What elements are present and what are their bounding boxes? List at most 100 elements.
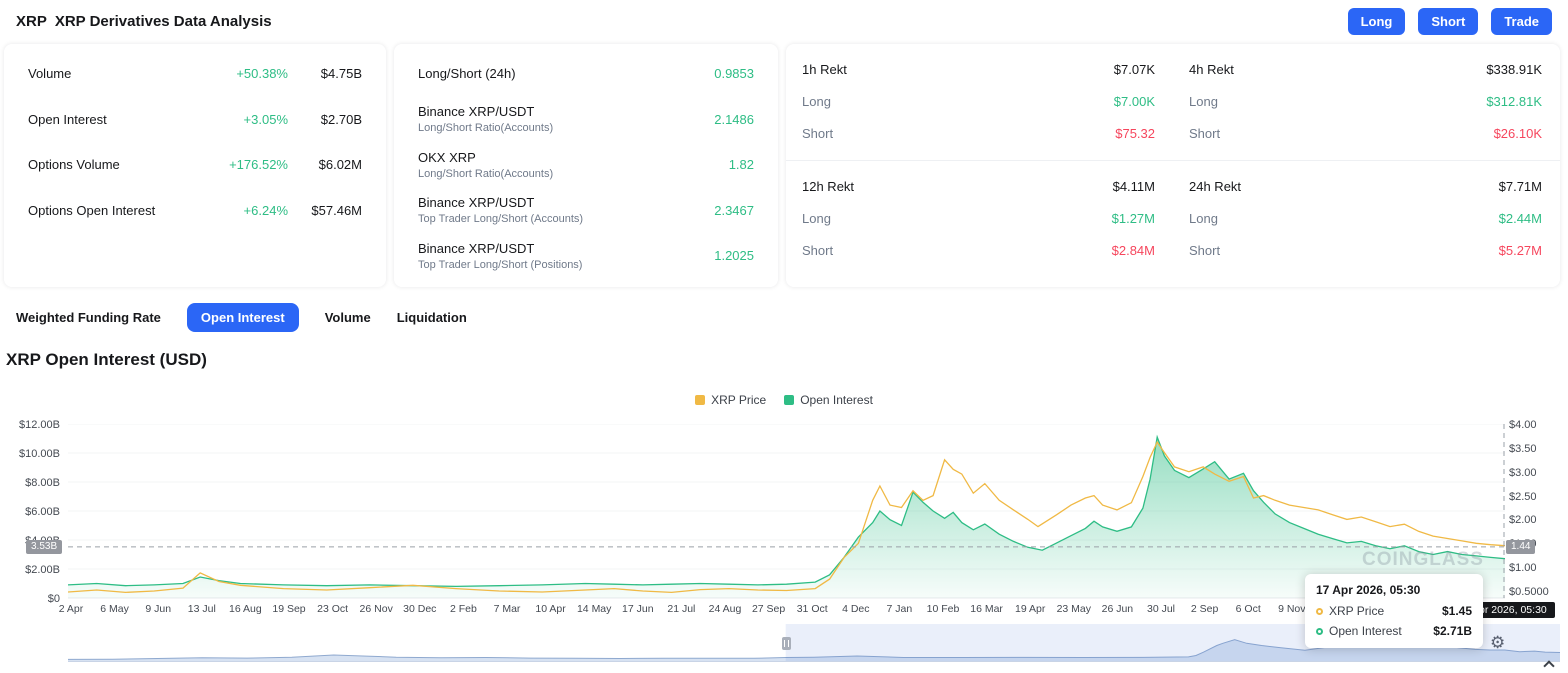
navigator-left-handle[interactable]	[782, 637, 791, 650]
x-axis-tick: 16 Mar	[970, 603, 1003, 615]
legend-item-open-interest[interactable]: Open Interest	[784, 393, 873, 407]
stat-value: $57.46M	[311, 202, 362, 218]
rekt-short-row: Short $75.32	[802, 117, 1155, 149]
stat-label: Volume	[28, 66, 72, 82]
x-axis-tick: 2 Sep	[1190, 603, 1219, 615]
rekt-short-value: $26.10K	[1493, 125, 1542, 141]
rekt-long-row: Long $312.81K	[1189, 85, 1542, 117]
left-axis-tick: $12.00B	[19, 419, 60, 431]
trade-button[interactable]: Trade	[1491, 7, 1552, 35]
long-label: Long	[802, 210, 831, 226]
ratio-row: Long/Short (24h) 0.9853	[418, 51, 754, 97]
long-label: Long	[802, 93, 831, 109]
stat-row-options-volume: Options Volume +176.52% $6.02M	[28, 142, 362, 188]
ratio-label: Binance XRP/USDT	[418, 104, 535, 120]
x-axis-tick: 13 Jul	[187, 603, 216, 615]
right-axis-tick: $4.00	[1509, 419, 1537, 431]
open-interest-swatch-icon	[784, 395, 795, 405]
tooltip-title: 17 Apr 2026, 05:30	[1316, 583, 1421, 597]
legend-item-xrp-price[interactable]: XRP Price	[695, 393, 766, 407]
rekt-total: $4.11M	[1112, 178, 1155, 194]
stat-row-open-interest: Open Interest +3.05% $2.70B	[28, 97, 362, 143]
tab-weighted-funding-rate[interactable]: Weighted Funding Rate	[16, 303, 161, 332]
ratio-label: OKX XRP	[418, 149, 476, 165]
left-axis-tick: $8.00B	[25, 477, 60, 489]
ratio-row: Binance XRP/USDT Top Trader Long/Short (A…	[418, 188, 754, 234]
chart-legend: XRP Price Open Interest	[0, 393, 1568, 407]
x-axis-tick: 26 Jun	[1101, 603, 1134, 615]
rekt-long-value: $312.81K	[1486, 93, 1542, 109]
x-axis-tick: 7 Jan	[886, 603, 913, 615]
rekt-card: 1h Rekt $7.07K Long $7.00K Short $75.32 4h …	[786, 44, 1560, 287]
rekt-cell-12h: 12h Rekt $4.11M Long $1.27M Short $2.84M	[786, 161, 1173, 287]
chart-tabs: Weighted Funding Rate Open Interest Volu…	[16, 303, 467, 332]
rekt-total: $7.71M	[1498, 178, 1542, 194]
rekt-long-value: $7.00K	[1113, 93, 1155, 109]
ratio-value: 0.9853	[714, 66, 754, 82]
ratio-sublabel: Long/Short Ratio(Accounts)	[418, 167, 554, 180]
x-axis: 2 Apr 6 May 9 Jun 13 Jul 16 Aug 19 Sep 23 Oct 2…	[59, 603, 1505, 618]
short-label: Short	[802, 125, 834, 141]
main-chart-plot[interactable]	[68, 424, 1505, 600]
long-label: Long	[1189, 210, 1218, 226]
legend-label: XRP Price	[711, 393, 767, 407]
page-title-group: XRP XRP Derivatives Data Analysis	[16, 13, 272, 30]
ratio-label: Binance XRP/USDT	[418, 240, 535, 256]
stat-label: Options Open Interest	[28, 202, 156, 218]
rekt-total: $7.07K	[1113, 61, 1155, 77]
rekt-cell-4h: 4h Rekt $338.91K Long $312.81K Short $26.10…	[1173, 44, 1560, 161]
x-axis-tick: 4 Dec	[842, 603, 870, 615]
right-axis-tick: $2.00	[1509, 514, 1537, 527]
market-stats-card: Volume +50.38% $4.75B Open Interest +3.0…	[4, 44, 386, 287]
rekt-long-row: Long $7.00K	[802, 85, 1155, 117]
left-axis: $12.00B$10.00B$8.00B$6.00B$4.00B$2.00B$0	[0, 419, 60, 614]
x-axis-tick: 24 Aug	[708, 603, 742, 615]
tab-open-interest[interactable]: Open Interest	[186, 303, 299, 332]
rekt-cell-1h: 1h Rekt $7.07K Long $7.00K Short $75.32	[786, 44, 1173, 161]
tab-volume[interactable]: Volume	[325, 303, 371, 332]
stat-value: $6.02M	[318, 157, 362, 173]
settings-gear-icon[interactable]: ⚙	[1490, 633, 1505, 653]
x-axis-tick: 19 Sep	[272, 603, 306, 615]
x-axis-tick: 31 Oct	[796, 603, 828, 615]
x-axis-tick: 21 Jul	[667, 603, 696, 615]
x-axis-tick: 6 May	[100, 603, 129, 615]
xrp-price-dot-icon	[1316, 607, 1323, 615]
ratio-label: Long/Short (24h)	[418, 66, 516, 82]
rekt-title: 1h Rekt	[802, 61, 847, 77]
tooltip-label: XRP Price	[1329, 604, 1385, 618]
x-axis-tick: 10 Apr	[535, 603, 566, 615]
header-actions: Long Short Trade	[1347, 7, 1552, 35]
rekt-short-value: $2.84M	[1111, 242, 1155, 258]
rekt-header-row: 1h Rekt $7.07K	[802, 53, 1155, 85]
ratio-value: 1.82	[728, 157, 754, 173]
stat-change: +3.05%	[243, 111, 288, 127]
x-axis-tick: 17 Jun	[622, 603, 654, 615]
x-axis-tick: 2 Apr	[58, 603, 84, 615]
stat-row-volume: Volume +50.38% $4.75B	[28, 51, 362, 97]
rekt-short-row: Short $2.84M	[802, 234, 1155, 266]
ratio-value: 2.1486	[714, 111, 754, 127]
xrp-price-swatch-icon	[695, 395, 706, 405]
stat-value: $2.70B	[320, 111, 362, 127]
stat-label: Open Interest	[28, 111, 107, 127]
rekt-title: 12h Rekt	[802, 178, 855, 194]
long-button[interactable]: Long	[1347, 7, 1406, 35]
tab-liquidation[interactable]: Liquidation	[397, 303, 467, 332]
tooltip-label: Open Interest	[1329, 624, 1402, 638]
x-axis-tick: 23 May	[1056, 603, 1092, 615]
rekt-short-row: Short $26.10K	[1189, 117, 1542, 149]
collapse-chevron-up-icon[interactable]	[1540, 657, 1558, 672]
short-button[interactable]: Short	[1418, 7, 1479, 35]
chart-tooltip: 17 Apr 2026, 05:30 XRP Price $1.45 Open …	[1305, 574, 1483, 648]
ratio-row: Binance XRP/USDT Top Trader Long/Short (P…	[418, 233, 754, 279]
right-axis-tick: $2.50	[1509, 490, 1537, 503]
watermark: COINGLASS	[1362, 549, 1484, 570]
x-axis-tick: 30 Jul	[1146, 603, 1176, 615]
right-axis-tick: $1.00	[1509, 562, 1537, 575]
ratio-sublabel: Top Trader Long/Short (Accounts)	[418, 213, 584, 226]
stat-value: $4.75B	[320, 66, 362, 82]
ratio-sublabel: Top Trader Long/Short (Positions)	[418, 258, 583, 271]
stat-change: +176.52%	[229, 157, 288, 173]
x-axis-tick: 14 May	[576, 603, 612, 615]
